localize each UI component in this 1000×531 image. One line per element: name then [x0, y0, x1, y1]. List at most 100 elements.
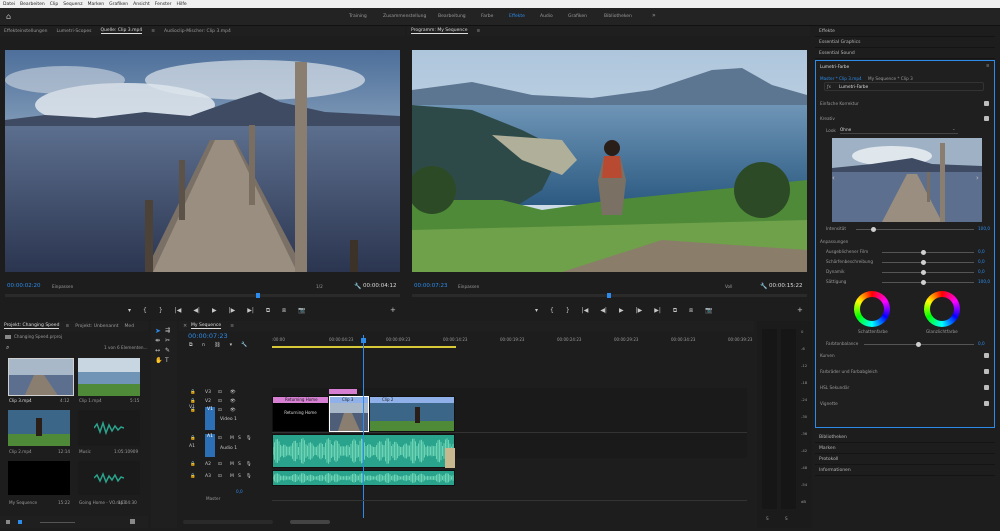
tab-media[interactable]: Med	[125, 324, 135, 329]
mark-out-icon[interactable]: }	[159, 307, 163, 315]
lumetri-menu-icon[interactable]: ≡	[986, 63, 990, 68]
project-thumb-sequence[interactable]	[8, 461, 70, 495]
program-fit-dropdown[interactable]: Einpassen	[458, 284, 479, 289]
search-icon[interactable]: ⌕	[6, 344, 9, 352]
project-thumb-clip2[interactable]	[8, 410, 70, 446]
workspace-tab[interactable]: Audio	[540, 14, 553, 19]
intensity-knob[interactable]	[871, 227, 876, 232]
look-next-icon[interactable]: ›	[976, 174, 979, 182]
menu-item[interactable]: Marken	[88, 2, 105, 7]
eye-icon[interactable]: 👁	[230, 390, 236, 395]
adjust-slider-knob[interactable]	[921, 250, 927, 255]
menu-item[interactable]: Hilfe	[176, 2, 186, 7]
tab-project-unnamed[interactable]: Projekt: Unbenannt	[75, 324, 118, 329]
new-item-icon[interactable]	[130, 519, 135, 524]
lumetri-section[interactable]: Farbräder und Farbabgleich	[820, 369, 878, 374]
menu-item[interactable]: Ansicht	[133, 2, 150, 7]
type-tool-icon[interactable]: T	[165, 357, 169, 364]
workspace-tab[interactable]: Zusammenstellung	[383, 14, 426, 19]
lumetri-section[interactable]: Vignette	[820, 401, 838, 406]
source-add-button[interactable]: +	[390, 306, 396, 314]
adjust-slider[interactable]	[882, 270, 974, 275]
adjust-slider[interactable]	[882, 250, 974, 255]
go-to-out-icon[interactable]: ▶|	[247, 307, 254, 315]
mic-icon[interactable]: 🎙	[246, 474, 252, 479]
ripple-edit-tool-icon[interactable]: ⇹	[155, 337, 160, 344]
work-area-bar[interactable]	[272, 346, 456, 348]
workspace-tab[interactable]: Farbe	[481, 14, 493, 19]
tab-project[interactable]: Projekt: Changing Speed	[4, 323, 60, 329]
track-target[interactable]: V1	[205, 407, 215, 430]
project-thumb-vo[interactable]	[78, 461, 140, 495]
menu-item[interactable]: Bearbeiten	[20, 2, 45, 7]
panel-info[interactable]: Informationen	[815, 465, 995, 476]
step-back-icon[interactable]: ◀|	[193, 307, 200, 315]
tab-source[interactable]: Quelle: Clip 3.mp4	[100, 28, 143, 34]
adjust-slider-value[interactable]: 0,0	[978, 269, 985, 274]
look-preview[interactable]	[832, 138, 982, 222]
lock-icon[interactable]: 🔒	[190, 399, 196, 404]
program-resolution-dropdown[interactable]: Voll	[725, 284, 732, 289]
slip-tool-icon[interactable]: ↔	[155, 347, 160, 354]
timeline-zoom-bar[interactable]	[183, 520, 273, 524]
look-prev-icon[interactable]: ‹	[832, 174, 835, 182]
tint-balance-value[interactable]: 0,0	[978, 341, 985, 346]
mic-icon[interactable]: 🎙	[246, 436, 252, 441]
hand-tool-icon[interactable]: ✋	[155, 357, 162, 364]
source-fit-dropdown[interactable]: Einpassen	[52, 284, 73, 289]
linked-selection-icon[interactable]: ⛓	[214, 342, 220, 348]
play-icon[interactable]: ▶	[212, 307, 217, 315]
extract-icon[interactable]: ⧈	[689, 307, 693, 315]
lumetri-master-clip[interactable]: Master * Clip 3.mp4	[820, 76, 862, 81]
upper-title-clip[interactable]	[329, 389, 357, 394]
menu-item[interactable]: Sequenz	[63, 2, 82, 7]
snap-icon[interactable]: ∩	[202, 342, 206, 348]
menu-item[interactable]: Datei	[3, 2, 15, 7]
go-to-out-icon[interactable]: ▶|	[654, 307, 661, 315]
tab-effect-controls[interactable]: Effekteinstellungen	[4, 29, 48, 34]
lock-icon[interactable]: 🔒	[190, 390, 196, 395]
program-add-button[interactable]: +	[797, 306, 803, 314]
source-scrubber[interactable]	[5, 293, 400, 298]
adjust-slider[interactable]	[882, 280, 974, 285]
camera-icon[interactable]: 📷	[298, 307, 305, 315]
step-back-icon[interactable]: ◀|	[600, 307, 607, 315]
section-basic[interactable]: Einfache Korrektur	[820, 101, 859, 106]
timeline-settings-icon[interactable]: 🔧	[241, 342, 247, 348]
adjust-slider-value[interactable]: 100,0	[978, 279, 990, 284]
tint-balance-knob[interactable]	[916, 342, 921, 347]
project-thumb-clip3[interactable]	[8, 358, 74, 396]
sync-lock-icon[interactable]: ⊡	[218, 436, 222, 441]
program-timecode[interactable]: 00:00:07:23	[414, 283, 448, 289]
tab-lumetri-scopes[interactable]: Lumetri-Scopes	[57, 29, 92, 34]
workspace-tab[interactable]: Bearbeitung	[438, 14, 466, 19]
mute-button[interactable]: M	[230, 436, 234, 441]
sync-lock-icon[interactable]: ⊡	[218, 474, 222, 479]
lock-icon[interactable]: 🔒	[190, 462, 196, 467]
tab-audio-mixer[interactable]: Audioclip-Mischer: Clip 3.mp4	[164, 29, 231, 34]
section-creative[interactable]: Kreativ	[820, 116, 835, 121]
basic-checkbox[interactable]	[984, 101, 989, 106]
eye-icon[interactable]: 👁	[230, 399, 236, 404]
lumetri-section-checkbox[interactable]	[984, 401, 989, 406]
lumetri-section-checkbox[interactable]	[984, 385, 989, 390]
master-volume[interactable]: 0,0	[236, 489, 243, 494]
video-clip-title[interactable]: Returning Home Returning Home	[272, 396, 329, 432]
timeline-menu-icon[interactable]: ≡	[230, 324, 234, 329]
playhead-handle[interactable]	[361, 338, 366, 343]
overwrite-icon[interactable]: ⧈	[282, 307, 286, 315]
step-forward-icon[interactable]: |▶	[229, 307, 236, 315]
adjust-slider-knob[interactable]	[921, 270, 927, 275]
mark-in-icon[interactable]: {	[143, 307, 147, 315]
shadow-color-wheel[interactable]	[854, 291, 890, 327]
solo-left[interactable]: S	[766, 516, 769, 521]
solo-button[interactable]: S	[238, 462, 241, 467]
mark-in-icon[interactable]: {	[550, 307, 554, 315]
go-to-in-icon[interactable]: |◀	[582, 307, 589, 315]
home-icon[interactable]: ⌂	[6, 12, 11, 21]
nest-icon[interactable]: ⧉	[189, 342, 193, 348]
adjustments-label[interactable]: Anpassungen	[820, 239, 848, 244]
menu-item[interactable]: Fenster	[155, 2, 172, 7]
adjust-slider[interactable]	[882, 260, 974, 265]
lumetri-section[interactable]: HSL Sekundär	[820, 385, 849, 390]
